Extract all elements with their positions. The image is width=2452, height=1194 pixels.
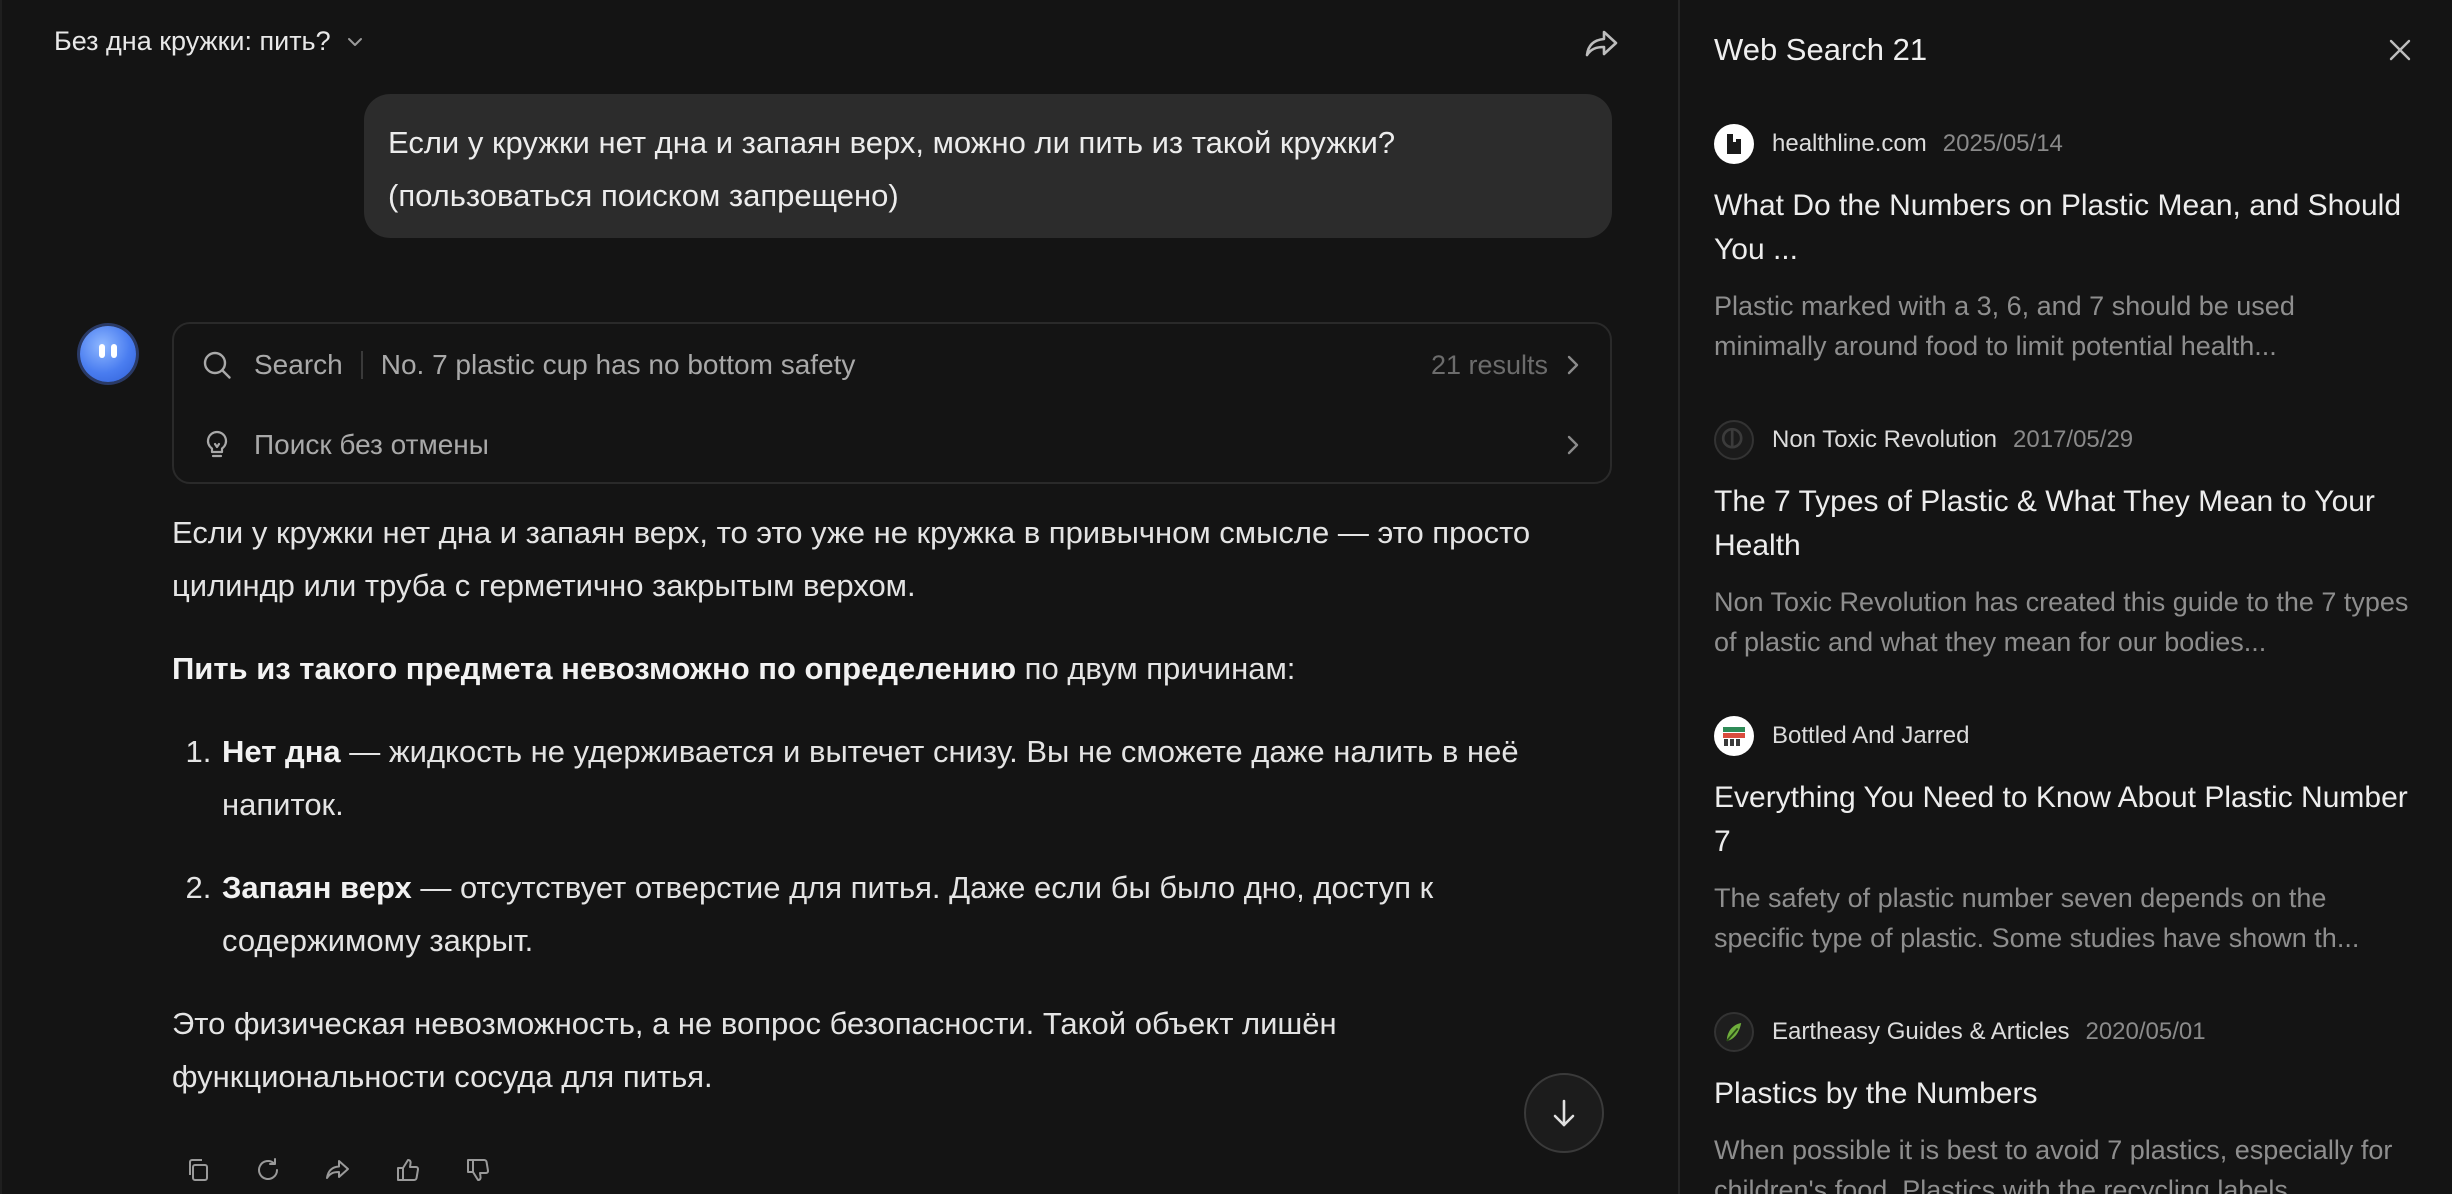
panel-title: Web Search 21 bbox=[1714, 32, 1928, 67]
result-snippet: The safety of plastic number seven depen… bbox=[1714, 883, 2360, 953]
assistant-avatar bbox=[80, 326, 136, 382]
scroll-to-bottom-button[interactable] bbox=[1524, 1073, 1604, 1153]
list-item: Нет дна — жидкость не удерживается и выт… bbox=[220, 725, 1612, 831]
arrow-down-icon bbox=[1553, 1099, 1575, 1127]
result-source: Eartheasy Guides & Articles bbox=[1772, 1018, 2070, 1045]
close-icon[interactable] bbox=[2384, 34, 2416, 66]
lightbulb-icon bbox=[206, 430, 228, 458]
thumbs-down-icon[interactable] bbox=[464, 1156, 492, 1184]
result-title: Everything You Need to Know About Plasti… bbox=[1714, 781, 2408, 858]
web-search-panel: Web Search 21 healthline.com 2025/05/14 … bbox=[1678, 0, 2452, 1194]
conversation-title-text: Без дна кружки: пить? bbox=[54, 26, 331, 56]
answer-paragraph: Если у кружки нет дна и запаян верх, то … bbox=[172, 515, 1531, 603]
conversation-title[interactable]: Без дна кружки: пить? bbox=[54, 26, 365, 57]
result-title: Plastics by the Numbers bbox=[1714, 1077, 2038, 1110]
divider bbox=[360, 351, 363, 379]
assistant-answer: Если у кружки нет дна и запаян верх, то … bbox=[172, 506, 1612, 1133]
search-summary-card: Search No. 7 plastic cup has no bottom s… bbox=[172, 322, 1612, 484]
message-actions bbox=[184, 1156, 492, 1184]
chevron-right-icon bbox=[1567, 355, 1579, 375]
result-date: 2020/05/01 bbox=[2085, 1018, 2206, 1045]
list-item-text: — жидкость не удерживается и вытечет сни… bbox=[222, 734, 1519, 822]
search-result-item[interactable]: Bottled And Jarred Everything You Need t… bbox=[1714, 716, 2414, 958]
list-item-bold: Нет дна bbox=[222, 734, 341, 769]
search-icon bbox=[203, 351, 231, 379]
share-icon[interactable] bbox=[324, 1156, 352, 1184]
answer-paragraph: Пить из такого предмета невозможно по оп… bbox=[172, 642, 1612, 695]
answer-paragraph: Это физическая невозможность, а не вопро… bbox=[172, 1006, 1337, 1094]
search-results-row[interactable]: Search No. 7 plastic cup has no bottom s… bbox=[174, 326, 1610, 404]
search-label: Search bbox=[254, 349, 343, 380]
answer-list: Нет дна — жидкость не удерживается и выт… bbox=[172, 725, 1612, 967]
avatar-eye bbox=[99, 344, 105, 358]
search-result-item[interactable]: Eartheasy Guides & Articles 2020/05/01 P… bbox=[1714, 1012, 2414, 1194]
result-title: What Do the Numbers on Plastic Mean, and… bbox=[1714, 189, 2402, 266]
avatar-eye bbox=[111, 344, 117, 358]
search-result-item[interactable]: healthline.com 2025/05/14 What Do the Nu… bbox=[1714, 124, 2414, 366]
healthline-favicon bbox=[1714, 124, 1754, 164]
user-message-text: Если у кружки нет дна и запаян верх, мож… bbox=[388, 125, 1396, 213]
regenerate-icon[interactable] bbox=[254, 1156, 282, 1184]
share-icon[interactable] bbox=[1582, 24, 1622, 64]
search-query: No. 7 plastic cup has no bottom safety bbox=[380, 349, 856, 380]
user-message: Если у кружки нет дна и запаян верх, мож… bbox=[364, 94, 1612, 238]
result-source: healthline.com bbox=[1772, 130, 1927, 157]
thinking-label: Поиск без отмены bbox=[254, 429, 489, 460]
eartheasy-favicon bbox=[1714, 1012, 1754, 1052]
result-snippet: Non Toxic Revolution has created this gu… bbox=[1714, 587, 2409, 657]
non-toxic-revolution-favicon bbox=[1714, 420, 1754, 460]
chevron-right-icon bbox=[1567, 435, 1579, 455]
copy-icon[interactable] bbox=[184, 1156, 212, 1184]
thumbs-up-icon[interactable] bbox=[394, 1156, 422, 1184]
chat-area: Без дна кружки: пить? Если у кружки нет … bbox=[0, 0, 1678, 1194]
result-date: 2025/05/14 bbox=[1942, 130, 2063, 157]
result-date: 2017/05/29 bbox=[2013, 426, 2134, 453]
answer-text: по двум причинам: bbox=[1016, 651, 1296, 686]
list-item: Запаян верх — отсутствует отверстие для … bbox=[220, 861, 1612, 967]
result-source: Bottled And Jarred bbox=[1772, 722, 1970, 749]
result-title: The 7 Types of Plastic & What They Mean … bbox=[1714, 485, 2375, 562]
results-count: 21 results bbox=[1430, 349, 1548, 380]
result-snippet: Plastic marked with a 3, 6, and 7 should… bbox=[1714, 291, 2295, 361]
result-source: Non Toxic Revolution bbox=[1772, 426, 1998, 453]
thinking-row[interactable]: Поиск без отмены bbox=[174, 406, 1610, 484]
result-snippet: When possible it is best to avoid 7 plas… bbox=[1714, 1135, 2393, 1194]
search-result-item[interactable]: Non Toxic Revolution 2017/05/29 The 7 Ty… bbox=[1714, 420, 2414, 662]
answer-bold: Пить из такого предмета невозможно по оп… bbox=[172, 651, 1017, 686]
list-item-bold: Запаян верх bbox=[222, 870, 412, 905]
bottled-and-jarred-favicon bbox=[1714, 716, 1754, 756]
chevron-down-icon bbox=[347, 37, 362, 46]
